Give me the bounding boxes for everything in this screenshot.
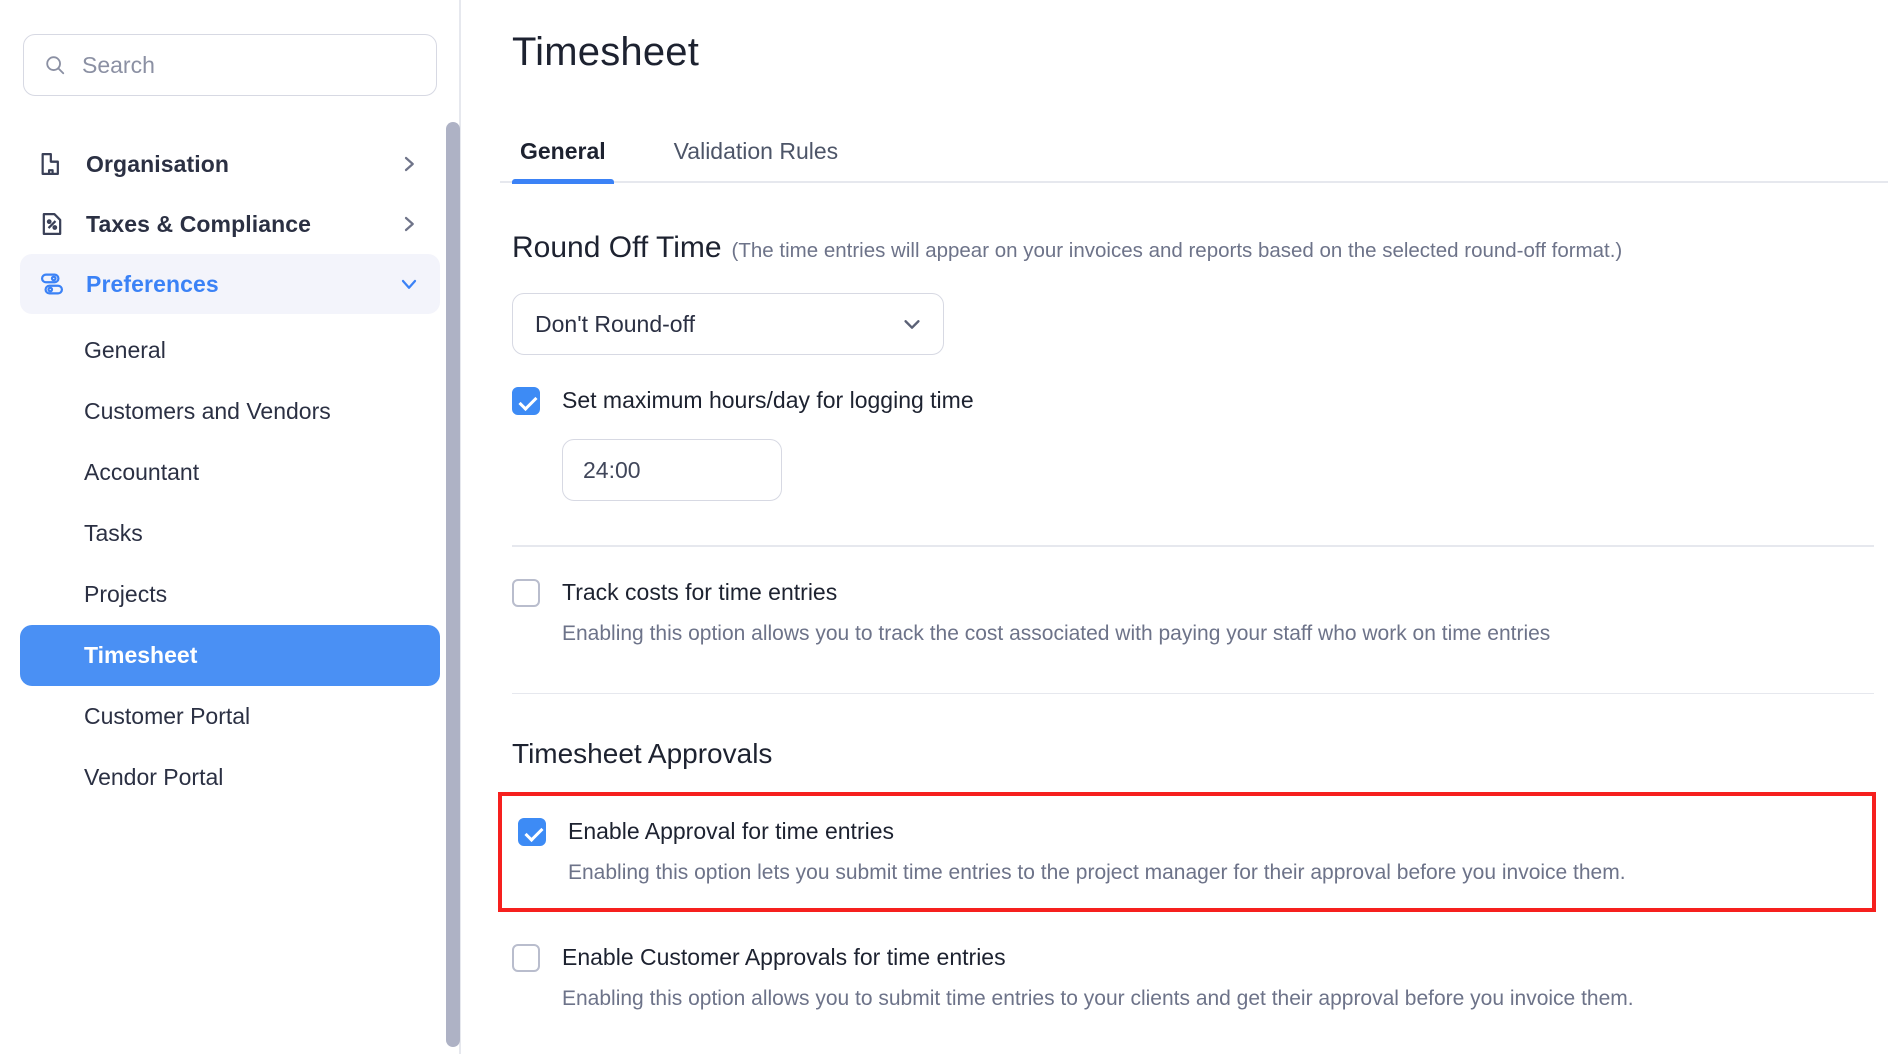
round-off-format-value: Don't Round-off — [535, 311, 695, 338]
tab-bar: General Validation Rules — [500, 127, 1888, 183]
search-input[interactable] — [82, 52, 416, 79]
max-hours-input[interactable]: 24:00 — [562, 439, 782, 501]
enable-approval-checkbox[interactable] — [518, 818, 546, 846]
customer-approval-row: Enable Customer Approvals for time entri… — [512, 940, 1878, 1014]
sidebar-item-label: Accountant — [84, 459, 199, 486]
sidebar-group-label: Organisation — [86, 151, 229, 178]
customer-approval-description: Enabling this option allows you to submi… — [562, 984, 1634, 1014]
sidebar-item-general[interactable]: General — [20, 320, 440, 381]
sidebar-item-customer-portal[interactable]: Customer Portal — [20, 686, 440, 747]
sidebar-group-taxes-compliance[interactable]: Taxes & Compliance — [20, 194, 440, 254]
max-hours-value: 24:00 — [583, 457, 641, 484]
tab-general[interactable]: General — [512, 138, 614, 181]
tab-validation-rules[interactable]: Validation Rules — [666, 138, 847, 181]
search-box[interactable] — [23, 34, 437, 96]
track-costs-checkbox[interactable] — [512, 579, 540, 607]
sidebar-item-vendor-portal[interactable]: Vendor Portal — [20, 747, 440, 808]
enable-approval-description: Enabling this option lets you submit tim… — [568, 858, 1626, 888]
round-off-time-section-header: Round Off Time (The time entries will ap… — [512, 231, 1878, 265]
round-off-time-heading: Round Off Time — [512, 231, 722, 265]
track-costs-row: Track costs for time entries Enabling th… — [512, 575, 1878, 649]
customer-approval-checkbox[interactable] — [512, 944, 540, 972]
round-off-format-select[interactable]: Don't Round-off — [512, 293, 944, 355]
chevron-right-icon — [400, 155, 418, 173]
sidebar-item-label: Timesheet — [84, 642, 197, 669]
enable-approval-highlight: Enable Approval for time entries Enablin… — [498, 792, 1876, 912]
track-costs-description: Enabling this option allows you to track… — [562, 619, 1550, 649]
max-hours-row: Set maximum hours/day for logging time — [512, 383, 1878, 417]
sidebar-item-label: Customers and Vendors — [84, 398, 331, 425]
round-off-time-hint: (The time entries will appear on your in… — [732, 239, 1623, 263]
tab-label: General — [520, 138, 606, 164]
tab-label: Validation Rules — [674, 138, 839, 164]
sidebar-item-label: Tasks — [84, 520, 143, 547]
track-costs-label: Track costs for time entries — [562, 575, 1550, 609]
sidebar-item-label: Vendor Portal — [84, 764, 223, 791]
organisation-icon — [38, 150, 66, 178]
sidebar-item-timesheet[interactable]: Timesheet — [20, 625, 440, 686]
main-content: Timesheet General Validation Rules Round… — [460, 0, 1888, 1054]
settings-page: Organisation Taxes & Compliance — [0, 0, 1888, 1054]
sidebar-item-customers-and-vendors[interactable]: Customers and Vendors — [20, 381, 440, 442]
customer-approval-label: Enable Customer Approvals for time entri… — [562, 940, 1634, 974]
timesheet-approvals-heading: Timesheet Approvals — [512, 738, 1878, 770]
chevron-right-icon — [400, 215, 418, 233]
chevron-down-icon — [400, 275, 418, 293]
max-hours-label: Set maximum hours/day for logging time — [562, 383, 974, 417]
sidebar-item-label: Customer Portal — [84, 703, 250, 730]
sidebar-item-accountant[interactable]: Accountant — [20, 442, 440, 503]
sidebar-scrollbar-thumb[interactable] — [446, 122, 460, 1047]
sidebar-group-organisation[interactable]: Organisation — [20, 134, 440, 194]
enable-approval-row: Enable Approval for time entries Enablin… — [518, 814, 1856, 888]
tax-document-icon — [38, 210, 66, 238]
page-title: Timesheet — [512, 30, 1888, 75]
sidebar-item-projects[interactable]: Projects — [20, 564, 440, 625]
sidebar-group-label: Preferences — [86, 271, 219, 298]
settings-body: Round Off Time (The time entries will ap… — [500, 231, 1888, 1014]
sidebar-item-label: Projects — [84, 581, 167, 608]
enable-approval-label: Enable Approval for time entries — [568, 814, 1626, 848]
sidebar: Organisation Taxes & Compliance — [0, 0, 460, 1054]
sidebar-nav: Organisation Taxes & Compliance — [20, 134, 440, 808]
sidebar-item-label: General — [84, 337, 166, 364]
sidebar-group-preferences[interactable]: Preferences — [20, 254, 440, 314]
chevron-down-icon — [901, 313, 923, 335]
search-icon — [44, 54, 66, 76]
sidebar-group-label: Taxes & Compliance — [86, 211, 311, 238]
max-hours-checkbox[interactable] — [512, 387, 540, 415]
divider-1 — [512, 545, 1874, 547]
preferences-toggles-icon — [38, 270, 66, 298]
sidebar-item-tasks[interactable]: Tasks — [20, 503, 440, 564]
divider-2 — [512, 693, 1874, 695]
